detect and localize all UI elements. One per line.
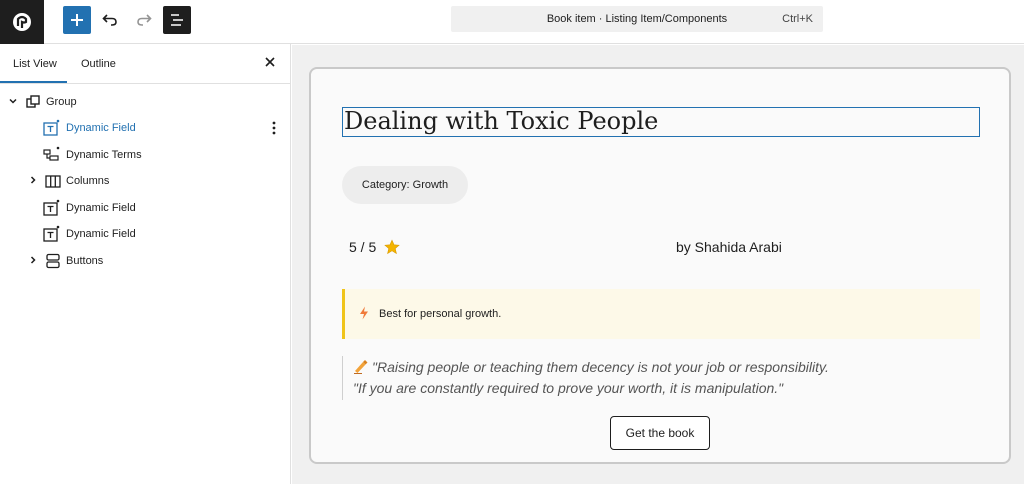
tree-item-columns[interactable]: Columns <box>0 169 290 193</box>
tree-item-group[interactable]: Group <box>0 90 290 114</box>
tree-item-dynamic-field[interactable]: Dynamic Field <box>0 222 290 246</box>
dynamic-field-icon <box>43 119 60 136</box>
more-options-icon[interactable] <box>268 120 280 136</box>
lightning-icon <box>360 306 368 320</box>
site-logo-icon <box>13 13 31 31</box>
group-icon <box>26 95 40 108</box>
book-author[interactable]: by Shahida Arabi <box>676 239 782 255</box>
tree-item-label: Dynamic Field <box>66 228 136 240</box>
list-view-icon <box>171 14 183 26</box>
listing-item-card[interactable]: Dealing with Toxic People Category: Grow… <box>309 67 1011 464</box>
writing-hand-icon <box>354 360 368 374</box>
book-title[interactable]: Dealing with Toxic People <box>342 107 980 137</box>
tree-item-label: Group <box>46 96 77 108</box>
tree-item-label: Buttons <box>66 255 104 267</box>
document-title: Book item · Listing Item/Components <box>546 13 728 25</box>
category-badge[interactable]: Category: Growth <box>342 166 468 204</box>
columns-icon <box>45 175 61 188</box>
note-text: Best for personal growth. <box>379 308 502 320</box>
tree-item-label: Columns <box>66 175 110 187</box>
site-logo-button[interactable] <box>0 0 44 44</box>
buttons-icon <box>46 253 60 269</box>
highlight-note[interactable]: Best for personal growth. <box>342 289 980 339</box>
book-quote[interactable]: "Raising people or teaching them decency… <box>342 356 980 400</box>
tree-item-label: Dynamic Terms <box>66 149 142 161</box>
chevron-down-icon[interactable] <box>8 96 18 106</box>
dynamic-terms-icon <box>43 146 60 161</box>
plus-icon <box>71 14 83 26</box>
tab-outline[interactable]: Outline <box>81 58 116 70</box>
get-book-button[interactable]: Get the book <box>610 416 710 450</box>
undo-button[interactable] <box>96 6 124 34</box>
chevron-right-icon[interactable] <box>28 255 38 265</box>
quote-line-1: "Raising people or teaching them decency… <box>372 359 829 375</box>
sidebar-tabs: List View Outline <box>0 44 290 84</box>
rating-value[interactable]: 5 / 5 <box>349 239 376 255</box>
list-view-toggle[interactable] <box>163 6 191 34</box>
redo-icon <box>137 14 152 26</box>
tab-list-view[interactable]: List View <box>13 58 57 70</box>
active-tab-indicator <box>0 81 67 83</box>
tree-item-label: Dynamic Field <box>66 122 136 134</box>
editor-top-bar: Book item · Listing Item/Components Ctrl… <box>0 0 1024 44</box>
editor-canvas: Dealing with Toxic People Category: Grow… <box>292 45 1024 484</box>
command-palette-button[interactable]: Book item · Listing Item/Components Ctrl… <box>451 6 823 32</box>
quote-line-2: "If you are constantly required to prove… <box>353 380 784 396</box>
add-block-button[interactable] <box>63 6 91 34</box>
redo-button[interactable] <box>130 6 158 34</box>
list-view-sidebar: List View Outline Group Dynamic Field Dy… <box>0 44 291 484</box>
chevron-right-icon[interactable] <box>28 175 38 185</box>
tree-item-dynamic-field[interactable]: Dynamic Field <box>0 116 290 140</box>
dynamic-field-icon <box>43 199 60 216</box>
dynamic-field-icon <box>43 225 60 242</box>
star-icon <box>384 239 400 255</box>
tree-item-label: Dynamic Field <box>66 202 136 214</box>
tree-item-dynamic-field[interactable]: Dynamic Field <box>0 196 290 220</box>
keyboard-shortcut: Ctrl+K <box>782 13 813 25</box>
tree-item-buttons[interactable]: Buttons <box>0 249 290 273</box>
tree-item-dynamic-terms[interactable]: Dynamic Terms <box>0 143 290 167</box>
close-icon[interactable] <box>263 55 277 69</box>
undo-icon <box>102 14 117 26</box>
